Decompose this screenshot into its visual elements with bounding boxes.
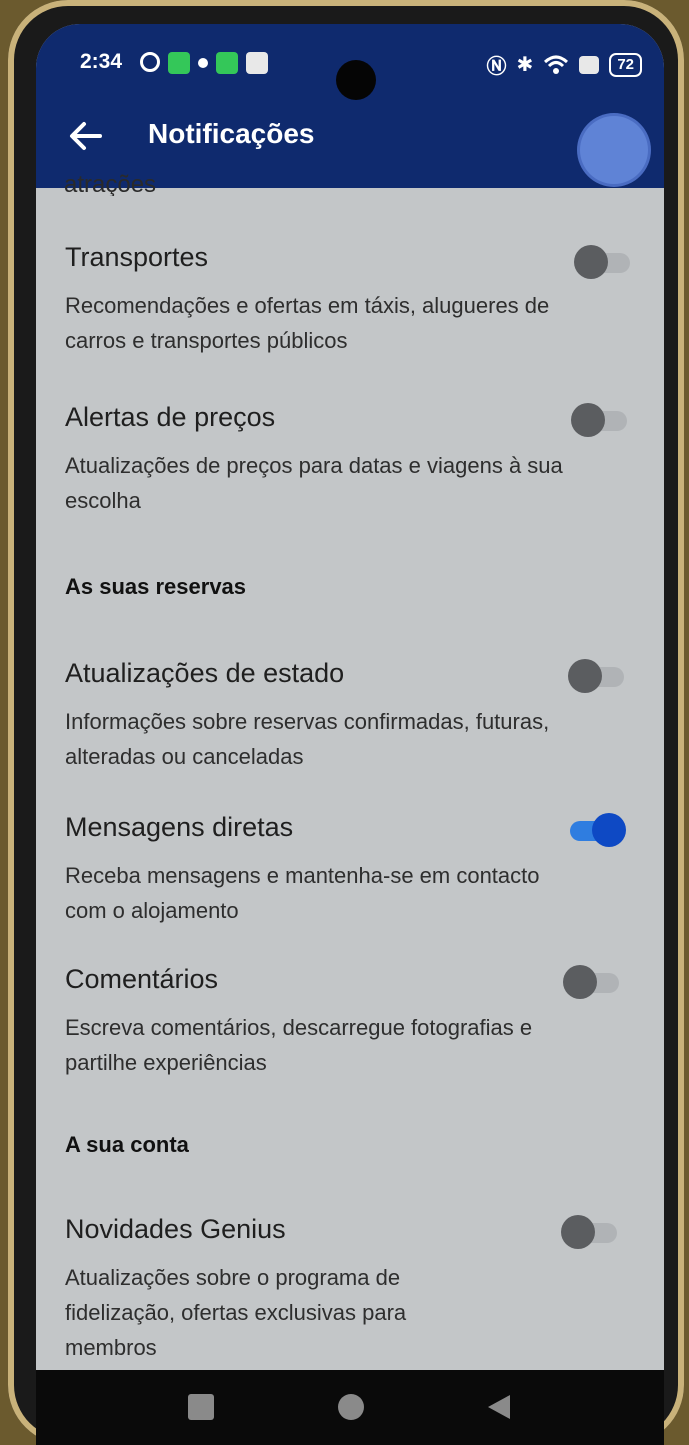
- toggle-thumb: [574, 245, 608, 279]
- setting-title: Mensagens diretas: [65, 812, 294, 842]
- back-arrow-icon[interactable]: [64, 114, 108, 158]
- section-header-conta: A sua conta: [65, 1132, 189, 1157]
- message-icon: [246, 52, 268, 74]
- toggle-mensagens-diretas[interactable]: [566, 810, 626, 850]
- toggle-thumb: [592, 813, 626, 847]
- screen: 2:34 Ⓝ ✱ 72 Notificações atrações Transp…: [36, 24, 664, 1445]
- partial-item-text: atrações: [64, 174, 157, 196]
- settings-icon: [140, 52, 160, 72]
- setting-title: Transportes: [65, 242, 209, 272]
- system-navigation-bar: [36, 1370, 664, 1445]
- setting-description: Atualizações sobre o programa de fideliz…: [65, 1265, 407, 1360]
- grid-app-icon: [168, 52, 190, 74]
- toggle-thumb: [568, 659, 602, 693]
- home-button[interactable]: [338, 1394, 364, 1420]
- setting-description: Atualizações de preços para datas e viag…: [65, 453, 563, 513]
- nfc-icon: Ⓝ: [486, 56, 507, 78]
- section-header-reservas: As suas reservas: [65, 574, 247, 599]
- setting-title: Novidades Genius: [65, 1214, 286, 1244]
- toolbar: Notificações: [36, 110, 664, 166]
- setting-description: Escreva comentários, descarregue fotogra…: [65, 1015, 533, 1075]
- status-time: 2:34: [80, 50, 123, 73]
- setting-description: Informações sobre reservas confirmadas, …: [65, 709, 550, 769]
- status-icons-left: [140, 52, 268, 74]
- status-bar: 2:34 Ⓝ ✱ 72: [36, 44, 664, 100]
- green-app-icon: [216, 52, 238, 74]
- setting-title: Comentários: [65, 964, 219, 994]
- setting-description: Receba mensagens e mantenha-se em contac…: [65, 863, 540, 923]
- battery-icon: 72: [609, 52, 642, 77]
- bluetooth-icon: ✱: [516, 54, 534, 76]
- camera-cutout: [336, 60, 376, 100]
- toggle-comentarios[interactable]: [563, 962, 623, 1002]
- system-back-button[interactable]: [484, 1392, 514, 1422]
- toggle-thumb: [563, 965, 597, 999]
- toggle-thumb: [561, 1215, 595, 1249]
- recent-apps-button[interactable]: [188, 1394, 214, 1420]
- setting-title: Alertas de preços: [65, 402, 276, 432]
- setting-description: Recomendações e ofertas em táxis, alugue…: [65, 293, 550, 353]
- toggle-atualizacoes-estado[interactable]: [568, 656, 628, 696]
- dot-icon: [198, 58, 208, 68]
- setting-title: Atualizações de estado: [65, 658, 345, 688]
- status-icons-right: Ⓝ ✱ 72: [487, 50, 642, 79]
- toggle-novidades-genius[interactable]: [561, 1212, 621, 1252]
- toggle-thumb: [571, 403, 605, 437]
- toggle-transportes[interactable]: [574, 242, 634, 282]
- toggle-alertas-precos[interactable]: [571, 400, 631, 440]
- app-bar: 2:34 Ⓝ ✱ 72 Notificações: [36, 24, 664, 188]
- page-title: Notificações: [148, 118, 315, 149]
- sim-icon: [579, 55, 600, 74]
- avatar[interactable]: [580, 116, 648, 184]
- wifi-icon: [544, 55, 569, 74]
